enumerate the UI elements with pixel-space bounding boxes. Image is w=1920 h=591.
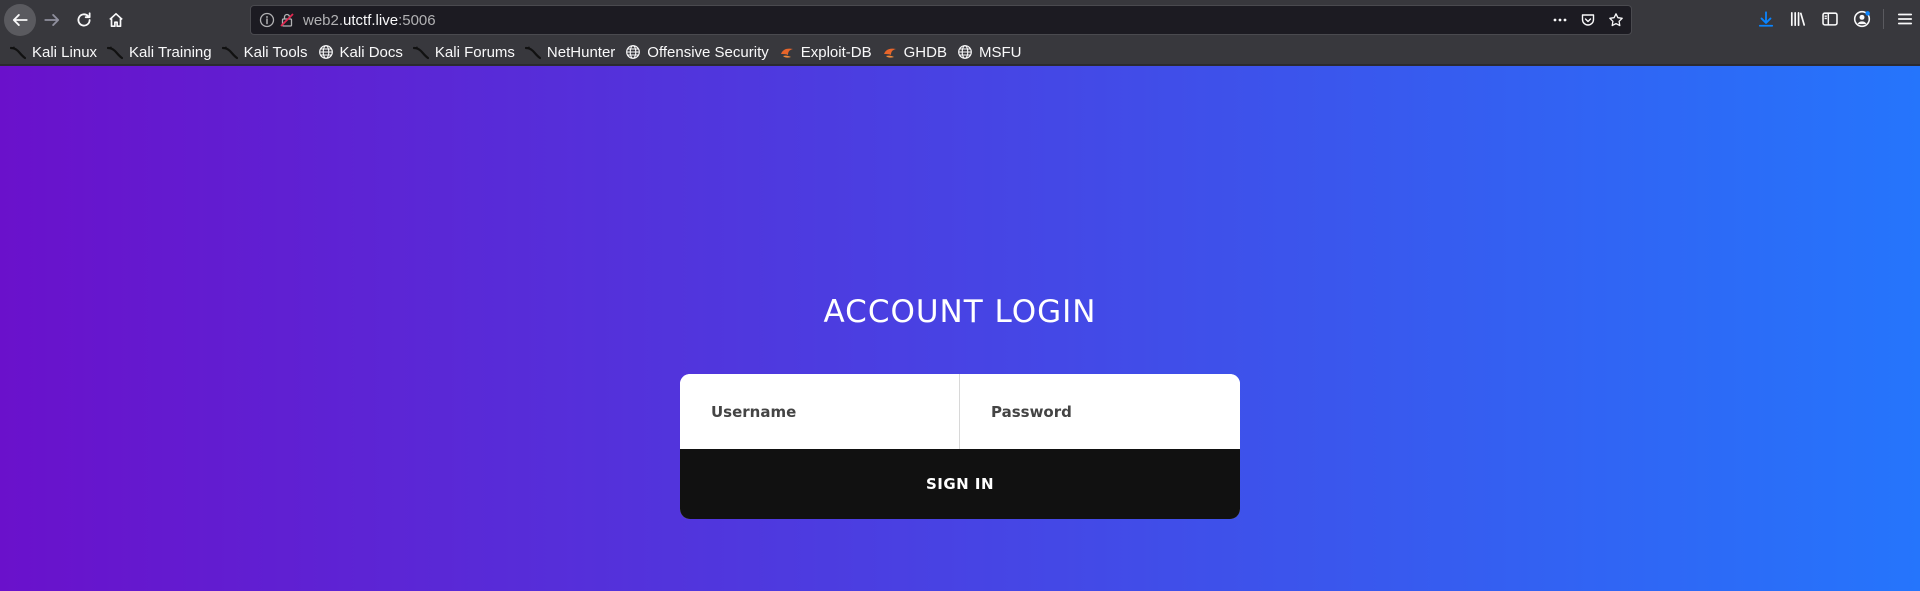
- bookmark-kali-tools[interactable]: Kali Tools: [221, 41, 308, 63]
- globe-icon: [318, 44, 334, 60]
- url-host: utctf.live: [343, 12, 399, 29]
- url-text[interactable]: web2.utctf.live:5006: [303, 12, 436, 29]
- pocket-icon[interactable]: [1579, 11, 1597, 29]
- bookmark-kali-docs[interactable]: Kali Docs: [318, 41, 403, 63]
- arrow-right-icon: [44, 14, 60, 26]
- page-actions: [1551, 11, 1625, 29]
- downloads-icon[interactable]: [1755, 8, 1777, 30]
- arrow-left-icon: [12, 14, 28, 26]
- forward-button[interactable]: [36, 4, 68, 36]
- toolbar-right-tools: [1755, 8, 1916, 30]
- bookmark-label: Kali Docs: [339, 43, 403, 61]
- sidebar-icon[interactable]: [1819, 8, 1841, 30]
- bookmark-exploit-db[interactable]: Exploit-DB: [779, 41, 872, 63]
- kali-dragon-icon: [524, 44, 541, 60]
- home-button[interactable]: [100, 4, 132, 36]
- url-port: :5006: [398, 12, 436, 29]
- kali-dragon-icon: [412, 44, 429, 60]
- globe-icon: [625, 44, 641, 60]
- bookmark-star-icon[interactable]: [1607, 11, 1625, 29]
- login-form: SIGN IN: [680, 374, 1240, 519]
- username-field[interactable]: [680, 374, 960, 449]
- bookmarks-bar: Kali Linux Kali Training Kali Tools Kali…: [0, 40, 1920, 65]
- more-actions-icon[interactable]: [1551, 11, 1569, 29]
- page-content: ACCOUNT LOGIN SIGN IN: [0, 66, 1920, 591]
- sign-in-button[interactable]: SIGN IN: [680, 449, 1240, 519]
- toolbar-divider: [1883, 9, 1884, 29]
- insecure-lock-icon[interactable]: [279, 12, 295, 28]
- bookmark-kali-linux[interactable]: Kali Linux: [10, 41, 97, 63]
- browser-toolbar: web2.utctf.live:5006: [0, 0, 1920, 40]
- bookmark-offensive-security[interactable]: Offensive Security: [625, 41, 769, 63]
- account-icon[interactable]: [1851, 8, 1873, 30]
- bookmark-label: MSFU: [978, 43, 1022, 61]
- page-title: ACCOUNT LOGIN: [823, 294, 1097, 330]
- bookmark-msfu[interactable]: MSFU: [957, 41, 1022, 63]
- bookmark-kali-forums[interactable]: Kali Forums: [412, 41, 515, 63]
- reload-button[interactable]: [68, 4, 100, 36]
- bookmark-label: Kali Tools: [243, 43, 308, 61]
- back-button[interactable]: [4, 4, 36, 36]
- home-icon: [109, 12, 123, 28]
- library-icon[interactable]: [1787, 8, 1809, 30]
- url-prefix: web2.: [303, 12, 344, 29]
- kali-dragon-icon: [10, 44, 26, 60]
- site-info-icon[interactable]: [259, 12, 275, 28]
- globe-icon: [957, 44, 973, 60]
- bookmark-ghdb[interactable]: GHDB: [882, 41, 947, 63]
- url-bar[interactable]: web2.utctf.live:5006: [250, 5, 1632, 35]
- exploitdb-icon: [779, 44, 795, 60]
- bookmark-label: Kali Training: [129, 43, 212, 61]
- bookmark-label: Exploit-DB: [800, 43, 872, 61]
- bookmark-label: Kali Forums: [434, 43, 515, 61]
- bookmark-label: Kali Linux: [32, 43, 98, 61]
- password-field[interactable]: [960, 374, 1240, 449]
- reload-icon: [77, 12, 91, 27]
- bookmark-label: GHDB: [903, 43, 947, 61]
- kali-dragon-icon: [107, 44, 124, 60]
- bookmark-nethunter[interactable]: NetHunter: [524, 41, 616, 63]
- bookmark-kali-training[interactable]: Kali Training: [107, 41, 212, 63]
- kali-dragon-icon: [221, 44, 238, 60]
- bookmark-label: Offensive Security: [647, 43, 769, 61]
- menu-icon[interactable]: [1894, 8, 1916, 30]
- exploitdb-icon: [882, 44, 898, 60]
- bookmark-label: NetHunter: [546, 43, 616, 61]
